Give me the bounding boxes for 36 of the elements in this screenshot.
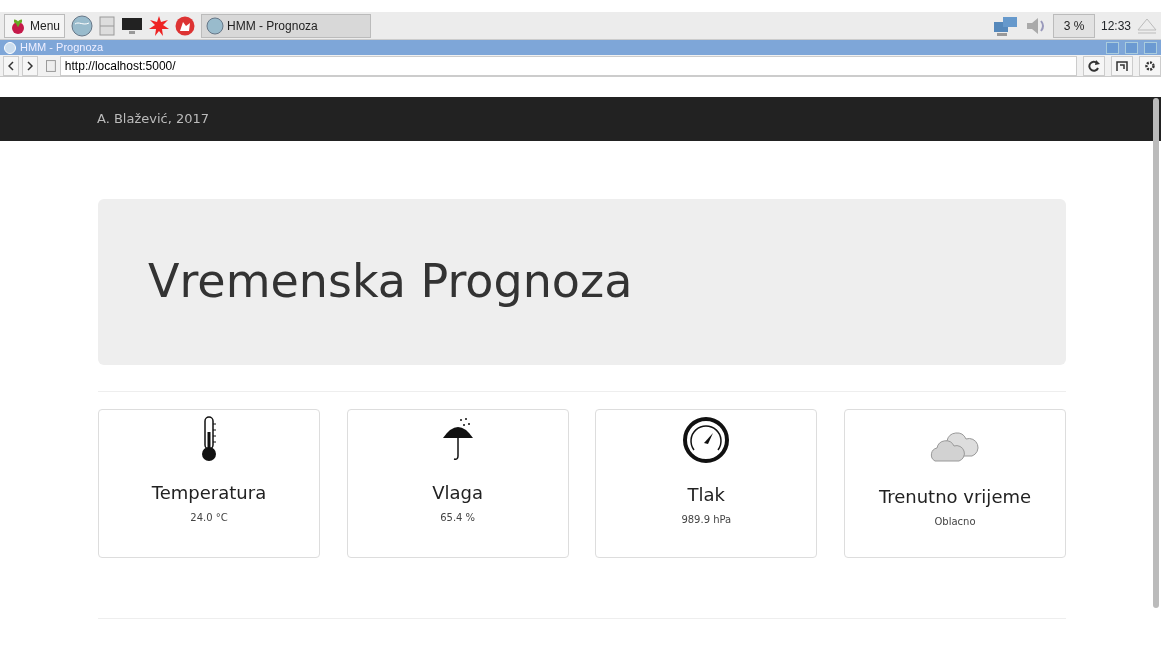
taskbar-window-button[interactable]: HMM - Prognoza [201,13,372,38]
clock[interactable]: 12:33 [1100,16,1131,35]
card-value: 989.9 hPa [681,512,732,527]
menu-button[interactable]: Menu [4,13,66,38]
gauge-icon [682,416,731,464]
back-button[interactable] [3,55,19,76]
page-icon [46,59,56,72]
monitor-icon[interactable] [121,16,144,35]
thermometer-icon [199,416,219,462]
burst-icon[interactable] [149,15,170,36]
chevron-left-icon [8,60,14,71]
forward-button[interactable] [22,55,38,76]
card-title: Vlaga [432,482,484,504]
settings-icon [1144,59,1156,72]
chevron-right-icon [27,60,33,71]
card-title: Trenutno vrijeme [878,486,1032,508]
card-value: 24.0 °C [190,510,228,525]
card-title: Tlak [687,484,726,506]
umbrella-icon [440,416,475,462]
card-value: 65.4 % [440,510,476,525]
settings-button[interactable] [1139,55,1161,76]
file-cabinet-icon[interactable] [99,15,116,36]
address-field[interactable]: http://localhost:5000/ [59,55,1077,76]
navbar-brand[interactable]: A. Blažević, 2017 [97,109,210,129]
scrollbar[interactable] [1153,98,1159,608]
cpu-monitor: 3 % [1052,13,1095,38]
bookmark-button[interactable] [1111,55,1133,76]
bookmark-icon [1116,59,1128,72]
reload-icon [1088,59,1100,72]
card-title: Temperatura [151,482,267,504]
reload-button[interactable] [1083,55,1105,76]
network-icon[interactable] [992,14,1019,37]
card-value: Oblacno [934,514,976,529]
speaker-icon[interactable] [1024,15,1047,36]
window-title: HMM - Prognoza [20,40,104,56]
page-title: Vremenska Prognoza [148,254,633,310]
